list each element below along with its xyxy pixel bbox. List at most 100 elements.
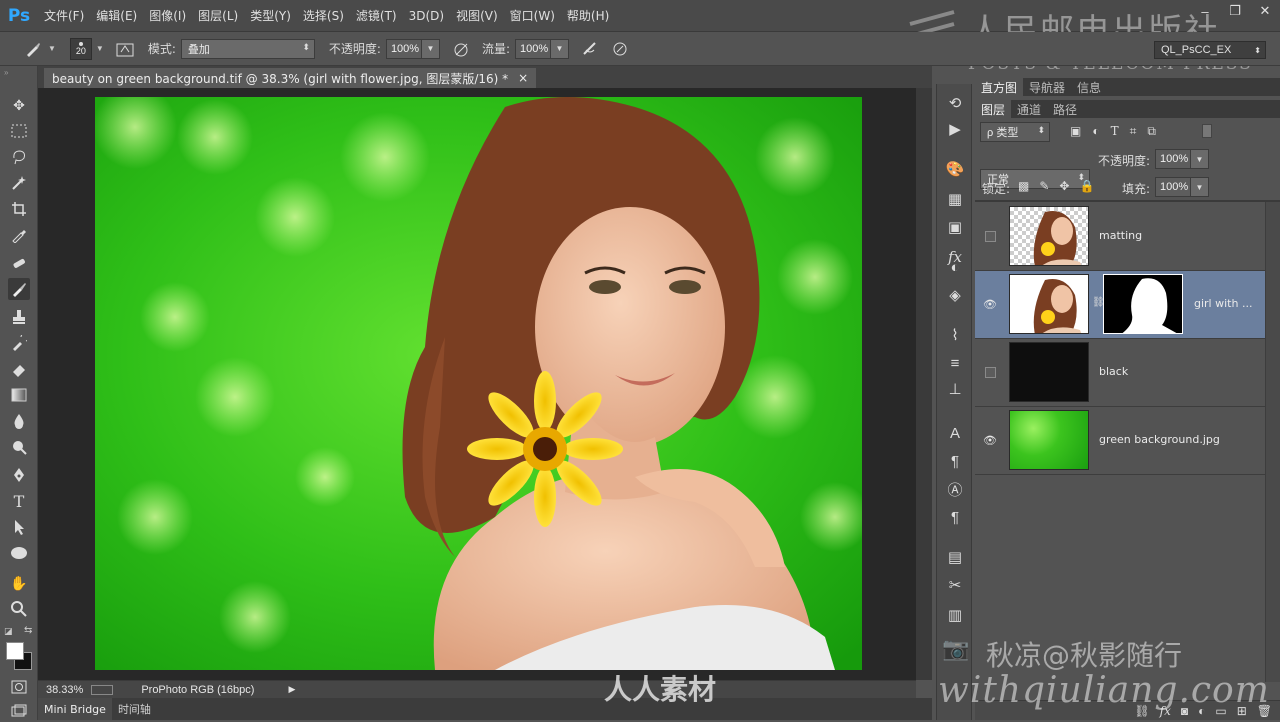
healing-brush-tool-icon[interactable] bbox=[8, 252, 30, 274]
character-panel-icon[interactable]: A bbox=[944, 422, 966, 444]
history-panel-icon[interactable]: ⟲ bbox=[944, 92, 966, 114]
layer-row-matting[interactable]: matting bbox=[975, 203, 1265, 271]
brush-picker-arrow-icon[interactable]: ▼ bbox=[96, 44, 104, 53]
tool-presets-panel-icon[interactable]: ✂ bbox=[944, 574, 966, 596]
restore-button[interactable]: ❐ bbox=[1220, 0, 1250, 22]
filter-type-icon[interactable]: T bbox=[1111, 124, 1119, 139]
opacity-input[interactable]: 100% bbox=[385, 38, 422, 59]
properties-panel-icon[interactable]: ◈ bbox=[944, 284, 966, 306]
notes-panel-icon[interactable]: ▤ bbox=[944, 546, 966, 568]
fill-dropdown-icon[interactable]: ▼ bbox=[1191, 177, 1209, 197]
menu-layer[interactable]: 图层(L) bbox=[192, 0, 244, 32]
gradient-tool-icon[interactable] bbox=[8, 384, 30, 406]
actions-panel-icon[interactable]: ▶ bbox=[944, 118, 966, 140]
tab-histogram[interactable]: 直方图 bbox=[975, 78, 1024, 96]
layer-opacity-input[interactable]: 100% bbox=[1155, 149, 1191, 169]
eyedropper-tool-icon[interactable] bbox=[8, 224, 30, 246]
crop-tool-icon[interactable] bbox=[8, 198, 30, 220]
tab-info[interactable]: 信息 bbox=[1071, 78, 1107, 96]
menu-type[interactable]: 类型(Y) bbox=[244, 0, 297, 32]
screen-mode-icon[interactable] bbox=[8, 700, 30, 722]
document-tab[interactable]: beauty on green background.tif @ 38.3% (… bbox=[44, 68, 537, 88]
brush-tool-icon[interactable] bbox=[22, 38, 44, 60]
adjustments-panel-icon[interactable]: ◐ bbox=[944, 256, 966, 278]
foreground-color-swatch[interactable] bbox=[6, 642, 24, 660]
eraser-tool-icon[interactable] bbox=[8, 358, 30, 380]
libraries-panel-icon[interactable]: ▣ bbox=[944, 216, 966, 238]
layer-filter-dropdown[interactable]: ρ 类型 ⬍ bbox=[980, 122, 1050, 142]
paragraph-styles-panel-icon[interactable]: ¶ bbox=[944, 506, 966, 528]
pressure-opacity-icon[interactable] bbox=[450, 38, 472, 60]
flow-input[interactable]: 100% bbox=[514, 38, 551, 59]
dodge-tool-icon[interactable] bbox=[8, 436, 30, 458]
filter-pixel-icon[interactable]: ▣ bbox=[1070, 124, 1081, 139]
filter-smart-object-icon[interactable]: ⧉ bbox=[1147, 124, 1156, 139]
clone-stamp-tool-icon[interactable] bbox=[8, 306, 30, 328]
measurement-panel-icon[interactable]: ▥ bbox=[944, 604, 966, 626]
lock-transparent-icon[interactable]: ▩ bbox=[1018, 179, 1029, 193]
blur-tool-icon[interactable] bbox=[8, 410, 30, 432]
filter-adjustment-icon[interactable]: ◐ bbox=[1092, 124, 1099, 139]
canvas-vertical-scrollbar[interactable] bbox=[916, 88, 932, 680]
menu-help[interactable]: 帮助(H) bbox=[561, 0, 615, 32]
marquee-tool-icon[interactable] bbox=[8, 120, 30, 142]
toolbar-collapse-icon[interactable]: » bbox=[4, 68, 8, 77]
close-document-icon[interactable]: × bbox=[518, 71, 528, 85]
brush-panel-icon[interactable]: ≡ bbox=[944, 352, 966, 374]
tab-navigator[interactable]: 导航器 bbox=[1023, 78, 1071, 96]
brush-tool-active-icon[interactable] bbox=[8, 278, 30, 300]
eye-icon[interactable]: 👁 bbox=[983, 433, 997, 447]
filter-toggle-switch[interactable] bbox=[1202, 124, 1212, 138]
menu-file[interactable]: 文件(F) bbox=[38, 0, 90, 32]
status-menu-arrow-icon[interactable]: ▶ bbox=[288, 684, 295, 695]
lock-all-icon[interactable]: 🔒 bbox=[1079, 179, 1094, 193]
zoom-tool-icon[interactable] bbox=[8, 598, 30, 620]
visibility-toggle[interactable] bbox=[985, 367, 996, 378]
airbrush-icon[interactable] bbox=[579, 38, 601, 60]
paragraph-panel-icon[interactable]: ¶ bbox=[944, 450, 966, 472]
brush-presets-panel-icon[interactable]: ⌇ bbox=[944, 324, 966, 346]
flow-dropdown-icon[interactable]: ▼ bbox=[550, 38, 569, 59]
tool-preset-arrow-icon[interactable]: ▼ bbox=[48, 44, 56, 53]
document-image[interactable] bbox=[95, 97, 862, 670]
layer-row-green-background[interactable]: 👁 green background.jpg bbox=[975, 407, 1265, 475]
history-brush-tool-icon[interactable] bbox=[8, 332, 30, 354]
menu-filter[interactable]: 滤镜(T) bbox=[350, 0, 403, 32]
tab-channels[interactable]: 通道 bbox=[1011, 100, 1047, 118]
pressure-size-icon[interactable] bbox=[609, 38, 631, 60]
clone-source-panel-icon[interactable]: ⊥ bbox=[944, 378, 966, 400]
layer-mask-thumbnail[interactable] bbox=[1103, 274, 1183, 334]
brush-panel-toggle-icon[interactable] bbox=[114, 38, 136, 60]
fill-input[interactable]: 100% bbox=[1155, 177, 1191, 197]
tab-layers[interactable]: 图层 bbox=[975, 100, 1012, 118]
tab-mini-bridge[interactable]: Mini Bridge bbox=[38, 698, 112, 720]
lock-position-icon[interactable]: ✥ bbox=[1059, 179, 1069, 193]
menu-edit[interactable]: 编辑(E) bbox=[90, 0, 143, 32]
menu-view[interactable]: 视图(V) bbox=[450, 0, 504, 32]
lasso-tool-icon[interactable] bbox=[8, 146, 30, 168]
layers-scrollbar[interactable] bbox=[1265, 202, 1280, 682]
tab-paths[interactable]: 路径 bbox=[1047, 100, 1083, 118]
default-colors-icon[interactable]: ◪ bbox=[4, 626, 13, 637]
ellipse-tool-icon[interactable] bbox=[8, 542, 30, 564]
move-tool-icon[interactable]: ✥ bbox=[8, 94, 30, 116]
visibility-toggle[interactable] bbox=[985, 231, 996, 242]
swatches-panel-icon[interactable]: ▦ bbox=[944, 188, 966, 210]
menu-select[interactable]: 选择(S) bbox=[297, 0, 350, 32]
menu-3d[interactable]: 3D(D) bbox=[403, 0, 450, 32]
tab-timeline[interactable]: 时间轴 bbox=[112, 698, 157, 720]
opacity-dropdown-icon[interactable]: ▼ bbox=[421, 38, 440, 59]
status-preview-icon[interactable] bbox=[91, 684, 114, 695]
color-panel-icon[interactable]: 🎨 bbox=[944, 158, 966, 180]
brush-size-picker[interactable]: 20 bbox=[69, 37, 92, 60]
type-tool-icon[interactable]: T bbox=[8, 490, 30, 512]
layer-row-girl-with-flower[interactable]: 👁 ⛓ girl with ... bbox=[975, 271, 1265, 339]
pen-tool-icon[interactable] bbox=[8, 464, 30, 486]
blend-mode-dropdown[interactable]: 叠加 ⬍ bbox=[180, 38, 315, 59]
workspace-switcher[interactable]: QL_PsCC_EX ⬍ bbox=[1154, 41, 1266, 59]
eye-icon[interactable]: 👁 bbox=[983, 297, 997, 311]
layer-opacity-dropdown-icon[interactable]: ▼ bbox=[1191, 149, 1209, 169]
filter-shape-icon[interactable]: ⌗ bbox=[1130, 124, 1137, 139]
layer-row-black[interactable]: black bbox=[975, 339, 1265, 407]
magic-wand-tool-icon[interactable] bbox=[8, 172, 30, 194]
